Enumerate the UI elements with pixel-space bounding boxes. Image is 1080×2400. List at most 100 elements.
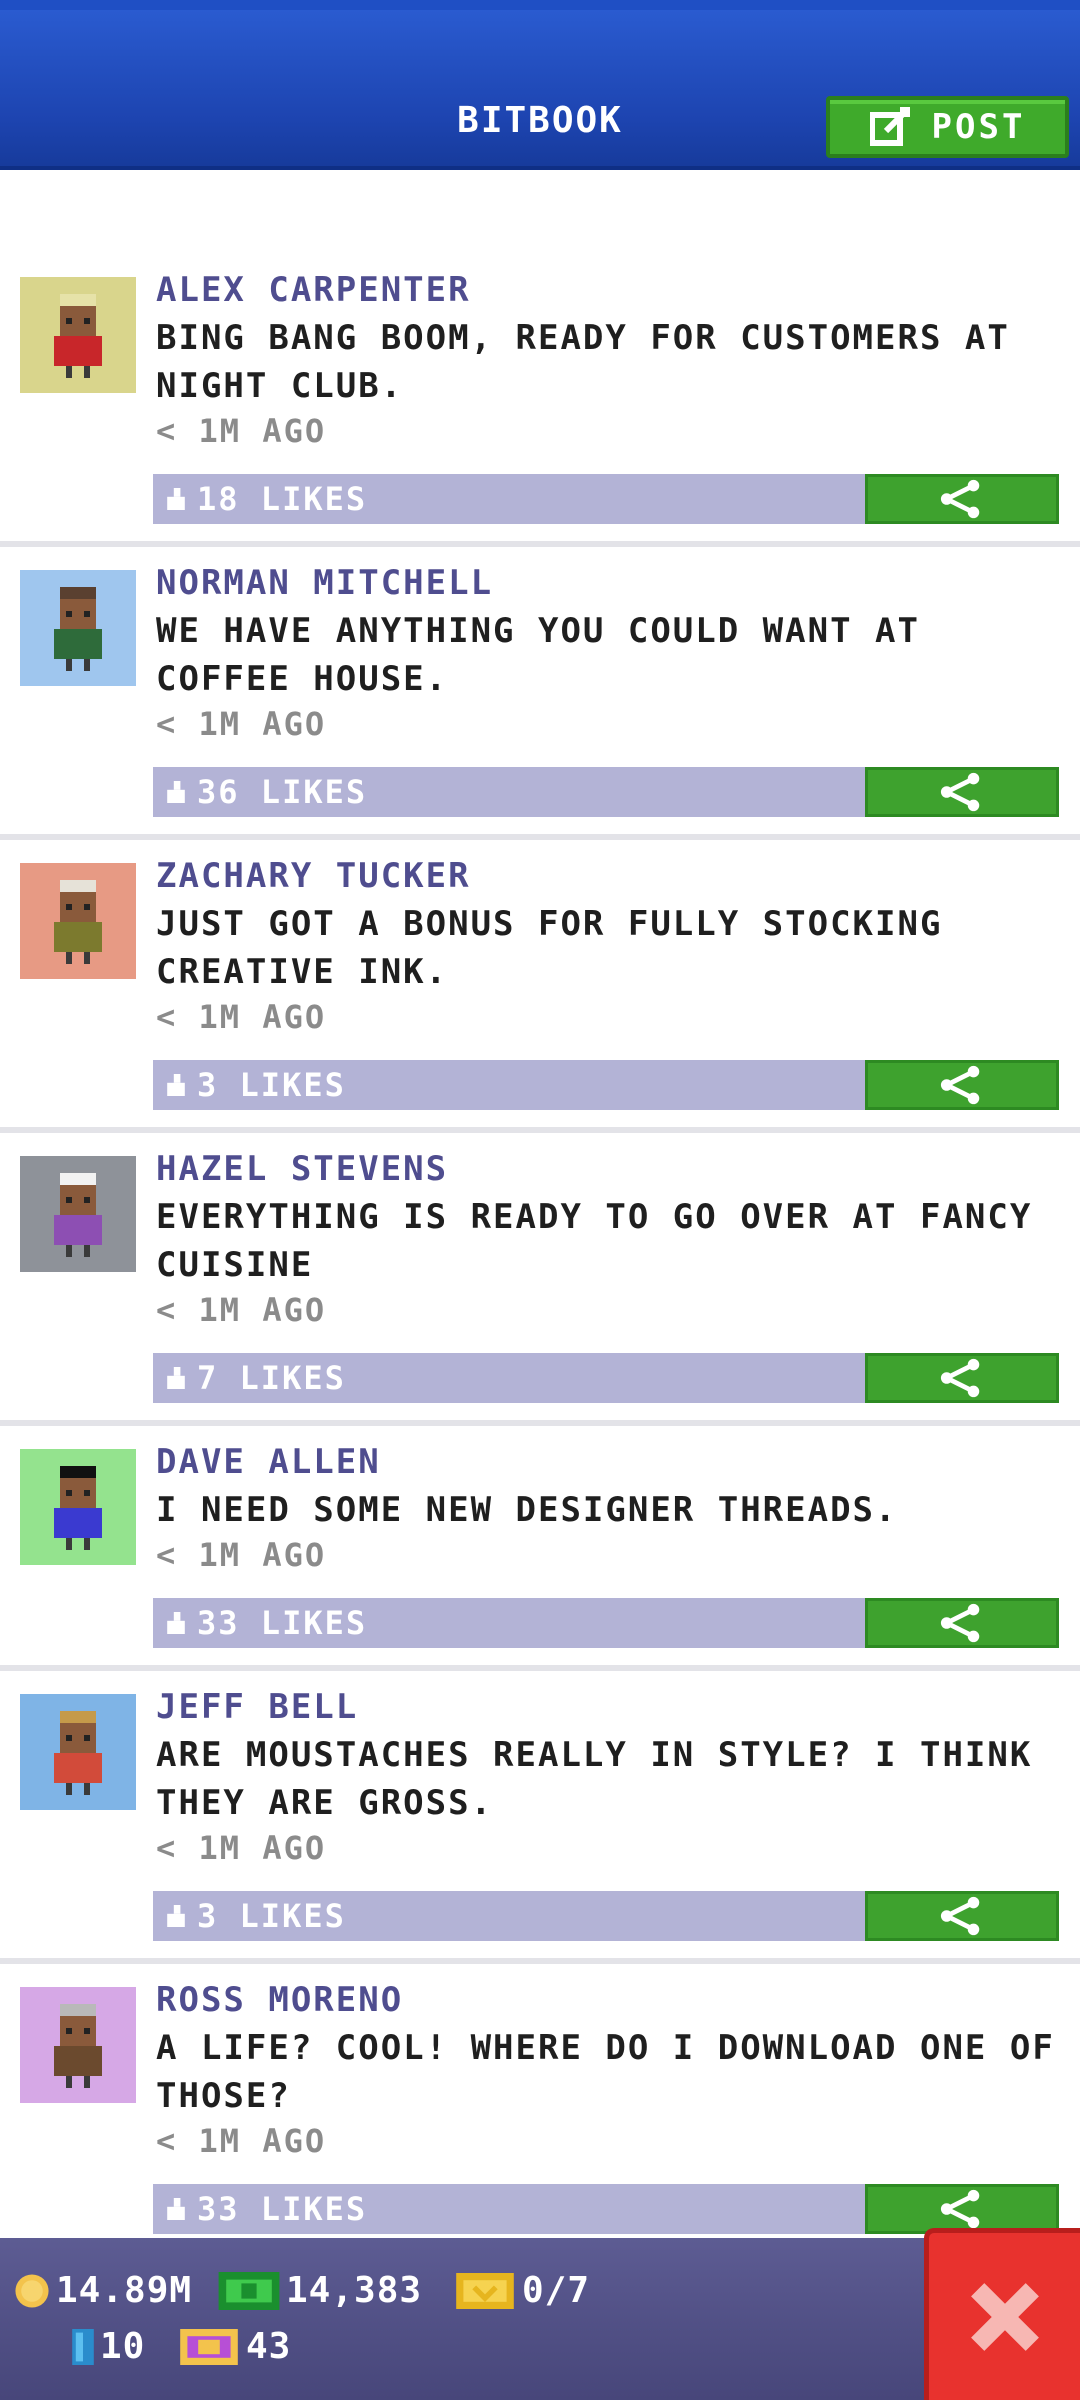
share-button[interactable]	[865, 767, 1059, 817]
avatar[interactable]	[20, 863, 136, 979]
avatar[interactable]	[20, 277, 136, 393]
coins-value: 14.89M	[56, 2270, 193, 2311]
likes-count: 33 LIKES	[197, 2190, 368, 2228]
thumbs-up-icon	[167, 1367, 185, 1389]
coin-icon	[15, 2273, 49, 2308]
item-icon	[72, 2328, 94, 2365]
post-message: A LIFE? COOL! WHERE DO I DOWNLOAD ONE OF…	[156, 2028, 1055, 2116]
share-icon	[940, 772, 980, 812]
share-button[interactable]	[865, 1598, 1059, 1648]
feed-post: ZACHARY TUCKER JUST GOT A BONUS FOR FULL…	[0, 840, 1080, 1133]
likes-count: 33 LIKES	[197, 1604, 368, 1642]
avatar[interactable]	[20, 1156, 136, 1272]
share-icon	[940, 1603, 980, 1643]
avatar[interactable]	[20, 1449, 136, 1565]
thumbs-up-icon	[167, 1074, 185, 1096]
thumbs-up-icon	[167, 2198, 185, 2220]
feed-post: HAZEL STEVENS EVERYTHING IS READY TO GO …	[0, 1133, 1080, 1426]
coins-stat: 14.89M	[14, 2270, 192, 2311]
items-stat: 10	[72, 2326, 145, 2367]
tickets-stat: 0/7	[454, 2270, 590, 2311]
bitizen-green-shirt-avatar-icon	[42, 581, 114, 675]
share-icon	[940, 1896, 980, 1936]
vip-ticket-icon	[180, 2328, 238, 2365]
post-message: JUST GOT A BONUS FOR FULLY STOCKING CREA…	[156, 904, 943, 992]
share-icon	[940, 479, 980, 519]
share-button[interactable]	[865, 1891, 1059, 1941]
avatar[interactable]	[20, 1987, 136, 2103]
post-feed[interactable]: ALEX CARPENTER BING BANG BOOM, READY FOR…	[0, 254, 1080, 2257]
share-button[interactable]	[865, 1060, 1059, 1110]
bux-icon	[218, 2271, 280, 2310]
avatar[interactable]	[20, 570, 136, 686]
bux-stat: 14,383	[218, 2270, 422, 2311]
avatar[interactable]	[20, 1694, 136, 1810]
post-timestamp: < 1M AGO	[156, 1291, 327, 1329]
ticket-icon	[456, 2272, 514, 2309]
post-timestamp: < 1M AGO	[156, 998, 327, 1036]
post-author[interactable]: ZACHARY TUCKER	[156, 856, 471, 896]
share-icon	[940, 1065, 980, 1105]
items-value: 10	[100, 2326, 146, 2367]
post-button-label: POST	[931, 107, 1026, 147]
bitizen-beard-avatar-icon	[42, 874, 114, 968]
post-button[interactable]: POST	[826, 96, 1069, 158]
post-author[interactable]: DAVE ALLEN	[156, 1442, 381, 1482]
share-icon	[940, 1358, 980, 1398]
post-timestamp: < 1M AGO	[156, 412, 327, 450]
bux-value: 14,383	[286, 2270, 423, 2311]
post-timestamp: < 1M AGO	[156, 705, 327, 743]
post-message: EVERYTHING IS READY TO GO OVER AT FANCY …	[156, 1197, 1033, 1285]
likes-count: 36 LIKES	[197, 773, 368, 811]
tickets-value: 0/7	[522, 2270, 591, 2311]
bitizen-white-hair-avatar-icon	[42, 1167, 114, 1261]
post-message: ARE MOUSTACHES REALLY IN STYLE? I THINK …	[156, 1735, 1033, 1823]
post-message: BING BANG BOOM, READY FOR CUSTOMERS AT N…	[156, 318, 1010, 406]
post-author[interactable]: ROSS MORENO	[156, 1980, 403, 2020]
post-author[interactable]: ALEX CARPENTER	[156, 270, 471, 310]
feed-post: ALEX CARPENTER BING BANG BOOM, READY FOR…	[0, 254, 1080, 547]
post-message: WE HAVE ANYTHING YOU COULD WANT AT COFFE…	[156, 611, 920, 699]
share-button[interactable]	[865, 2184, 1059, 2234]
bitizen-sunglasses-avatar-icon	[42, 1460, 114, 1554]
share-icon	[940, 2189, 980, 2229]
post-timestamp: < 1M AGO	[156, 2122, 327, 2160]
share-button[interactable]	[865, 474, 1059, 524]
like-button[interactable]: 33 LIKES	[153, 2184, 865, 2234]
likes-count: 7 LIKES	[197, 1359, 346, 1397]
post-author[interactable]: NORMAN MITCHELL	[156, 563, 493, 603]
post-timestamp: < 1M AGO	[156, 1829, 327, 1867]
share-button[interactable]	[865, 1353, 1059, 1403]
status-bar: 14.89M 14,383 0/7 10 43	[0, 2238, 1080, 2400]
thumbs-up-icon	[167, 1905, 185, 1927]
bitizen-red-suit-avatar-icon	[42, 288, 114, 382]
bitizen-grey-cap-avatar-icon	[42, 1998, 114, 2092]
post-timestamp: < 1M AGO	[156, 1536, 327, 1574]
like-button[interactable]: 3 LIKES	[153, 1060, 865, 1110]
feed-post: ROSS MORENO A LIFE? COOL! WHERE DO I DOW…	[0, 1964, 1080, 2257]
post-message: I NEED SOME NEW DESIGNER THREADS.	[156, 1490, 898, 1530]
like-button[interactable]: 3 LIKES	[153, 1891, 865, 1941]
close-icon	[970, 2282, 1039, 2351]
likes-count: 3 LIKES	[197, 1066, 346, 1104]
thumbs-up-icon	[167, 1612, 185, 1634]
post-author[interactable]: HAZEL STEVENS	[156, 1149, 448, 1189]
like-button[interactable]: 36 LIKES	[153, 767, 865, 817]
vip-value: 43	[246, 2326, 292, 2367]
likes-count: 3 LIKES	[197, 1897, 346, 1935]
thumbs-up-icon	[167, 488, 185, 510]
feed-post: NORMAN MITCHELL WE HAVE ANYTHING YOU COU…	[0, 547, 1080, 840]
likes-count: 18 LIKES	[197, 480, 368, 518]
compose-icon	[869, 107, 910, 146]
top-bar: BITBOOK POST	[0, 0, 1080, 170]
bitizen-sombrero-avatar-icon	[42, 1705, 114, 1799]
feed-post: DAVE ALLEN I NEED SOME NEW DESIGNER THRE…	[0, 1426, 1080, 1671]
like-button[interactable]: 7 LIKES	[153, 1353, 865, 1403]
close-button[interactable]	[924, 2228, 1080, 2400]
like-button[interactable]: 33 LIKES	[153, 1598, 865, 1648]
like-button[interactable]: 18 LIKES	[153, 474, 865, 524]
feed-post: JEFF BELL ARE MOUSTACHES REALLY IN STYLE…	[0, 1671, 1080, 1964]
thumbs-up-icon	[167, 781, 185, 803]
vip-stat: 43	[178, 2326, 291, 2367]
post-author[interactable]: JEFF BELL	[156, 1687, 358, 1727]
